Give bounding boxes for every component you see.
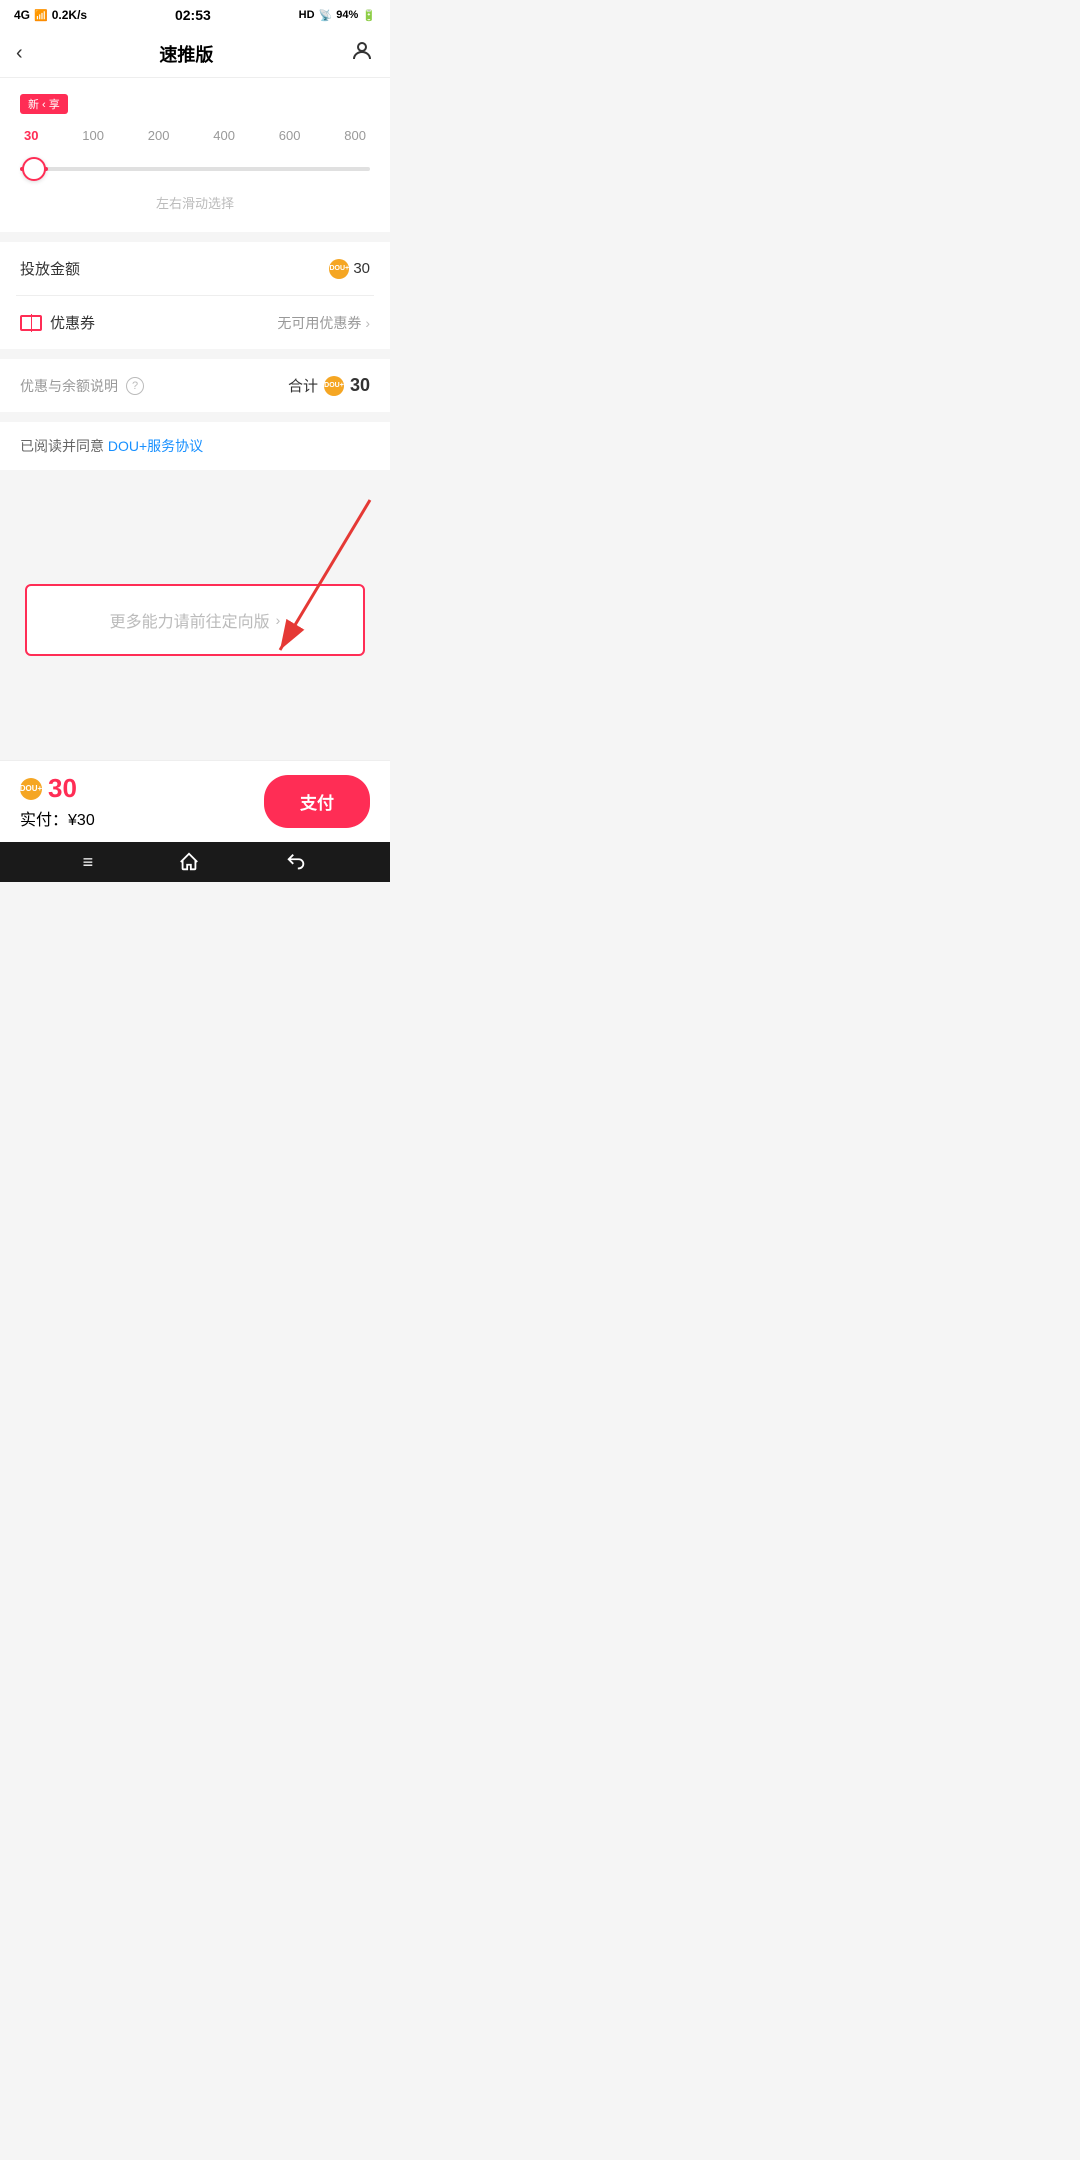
page-title: 速推版 <box>159 41 213 67</box>
tick-600: 600 <box>279 128 301 143</box>
invest-amount-number: 30 <box>353 260 370 277</box>
invest-amount-row: 投放金额 DOU+ 30 <box>0 242 390 295</box>
agreement-text: 已阅读并同意 DOU+服务协议 <box>20 438 203 454</box>
tick-800: 800 <box>344 128 366 143</box>
bottom-bar: DOU+ 30 实付：¥30 支付 <box>0 760 390 842</box>
main-content: 更多能力请前往定向版 › <box>0 480 390 760</box>
discount-label: 优惠与余额说明 <box>20 376 118 396</box>
user-icon[interactable] <box>350 39 374 69</box>
bottom-coin-value: 30 <box>48 773 77 804</box>
summary-left: 优惠与余额说明 ? <box>20 376 144 396</box>
nav-bottom: ≡ <box>0 842 390 882</box>
status-left: 4G 📶 0.2K/s <box>14 8 87 22</box>
more-button-chevron: › <box>276 612 281 628</box>
invest-amount-value: DOU+ 30 <box>329 259 370 279</box>
slider-ticks: 30 100 200 400 600 800 <box>20 128 370 143</box>
battery-label: 94% <box>336 9 358 21</box>
status-time: 02:53 <box>175 7 211 23</box>
slider-section: 新 ‹ 享 30 100 200 400 600 800 左右滑动选择 <box>0 78 390 232</box>
summary-right: 合计 DOU+ 30 <box>288 375 370 396</box>
signal-icon: 📶 <box>34 9 48 22</box>
top-nav: ‹ 速推版 <box>0 30 390 78</box>
more-button[interactable]: 更多能力请前往定向版 › <box>25 584 365 656</box>
coupon-chevron: › <box>365 315 370 331</box>
hd-label: HD <box>299 9 315 21</box>
promo-badge: 新 ‹ 享 <box>20 94 68 114</box>
total-value: 30 <box>350 375 370 396</box>
back-nav-button[interactable] <box>285 851 307 873</box>
menu-button[interactable]: ≡ <box>83 852 94 873</box>
total-coin-badge: DOU+ <box>324 376 344 396</box>
wifi-icon: 📡 <box>319 9 333 22</box>
slider-hint: 左右滑动选择 <box>20 193 370 212</box>
coupon-value: 无可用优惠券 › <box>277 313 370 333</box>
home-button[interactable] <box>178 851 200 873</box>
coin-badge: DOU+ <box>329 259 349 279</box>
more-button-wrapper: 更多能力请前往定向版 › <box>25 584 365 656</box>
bottom-coin-badge: DOU+ <box>20 778 42 800</box>
coupon-row[interactable]: 优惠券 无可用优惠券 › <box>0 296 390 349</box>
coupon-label: 优惠券 <box>20 312 95 333</box>
back-button[interactable]: ‹ <box>16 42 23 65</box>
slider-thumb[interactable] <box>22 157 46 181</box>
total-label: 合计 <box>288 375 318 396</box>
tick-200: 200 <box>148 128 170 143</box>
agreement-prefix: 已阅读并同意 <box>20 438 108 454</box>
network-label: 4G <box>14 8 30 22</box>
summary-section: 优惠与余额说明 ? 合计 DOU+ 30 <box>0 359 390 412</box>
battery-icon: 🔋 <box>362 9 376 22</box>
bottom-left: DOU+ 30 实付：¥30 <box>20 773 95 830</box>
more-button-text: 更多能力请前往定向版 <box>110 608 270 632</box>
actual-label: 实付： <box>20 812 68 829</box>
slider-track-wrap[interactable] <box>20 155 370 183</box>
agreement-link[interactable]: DOU+服务协议 <box>108 438 203 454</box>
invest-amount-section: 投放金额 DOU+ 30 优惠券 无可用优惠券 › <box>0 242 390 349</box>
status-right: HD 📡 94% 🔋 <box>299 9 376 22</box>
actual-value: ¥30 <box>68 812 95 829</box>
bottom-actual: 实付：¥30 <box>20 806 95 830</box>
coupon-icon <box>20 315 42 331</box>
speed-label: 0.2K/s <box>52 8 87 22</box>
coupon-text: 无可用优惠券 <box>277 313 361 333</box>
invest-amount-label: 投放金额 <box>20 258 80 279</box>
status-bar: 4G 📶 0.2K/s 02:53 HD 📡 94% 🔋 <box>0 0 390 30</box>
bottom-price-row: DOU+ 30 <box>20 773 95 804</box>
tick-400: 400 <box>213 128 235 143</box>
slider-track <box>20 167 370 171</box>
tick-100: 100 <box>82 128 104 143</box>
help-icon[interactable]: ? <box>126 377 144 395</box>
pay-button[interactable]: 支付 <box>264 775 370 828</box>
tick-30: 30 <box>24 128 38 143</box>
agreement-section: 已阅读并同意 DOU+服务协议 <box>0 422 390 470</box>
